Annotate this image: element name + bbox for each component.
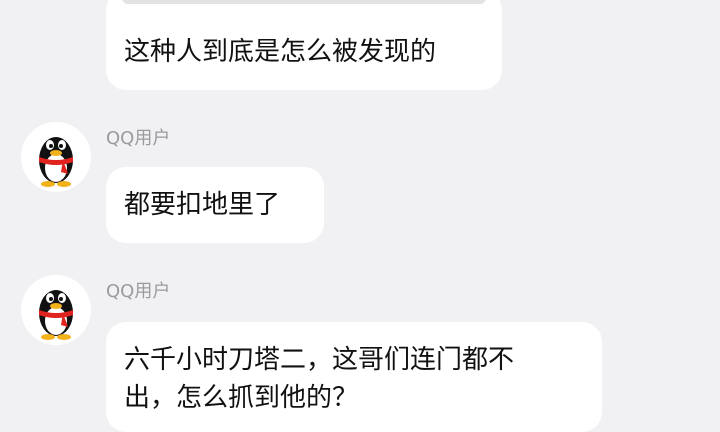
message-text-line: 六千小时刀塔二，这哥们连门都不 [124, 345, 515, 375]
avatar[interactable] [21, 275, 91, 345]
message-text: 这种人到底是怎么被发现的 [124, 37, 437, 67]
sender-name[interactable]: QQ用户 [106, 128, 170, 150]
qq-penguin-icon [39, 290, 73, 340]
message-bubble[interactable]: 六千小时刀塔二，这哥们连门都不 出，怎么抓到他的？ [106, 322, 602, 432]
message-text-line: 出，怎么抓到他的？ [124, 383, 359, 413]
qq-penguin-icon [39, 137, 73, 187]
quoted-message-preview[interactable] [122, 0, 486, 4]
avatar[interactable] [21, 122, 91, 192]
message-bubble[interactable]: 这种人到底是怎么被发现的 [106, 0, 502, 90]
message-bubble[interactable]: 都要扣地里了 [106, 167, 324, 243]
message-text: 都要扣地里了 [124, 190, 281, 220]
sender-name[interactable]: QQ用户 [106, 281, 170, 303]
chat-area: 这种人到底是怎么被发现的 QQ用户 都要扣地里了 QQ用户 六千小时刀塔二，这哥… [0, 0, 720, 432]
